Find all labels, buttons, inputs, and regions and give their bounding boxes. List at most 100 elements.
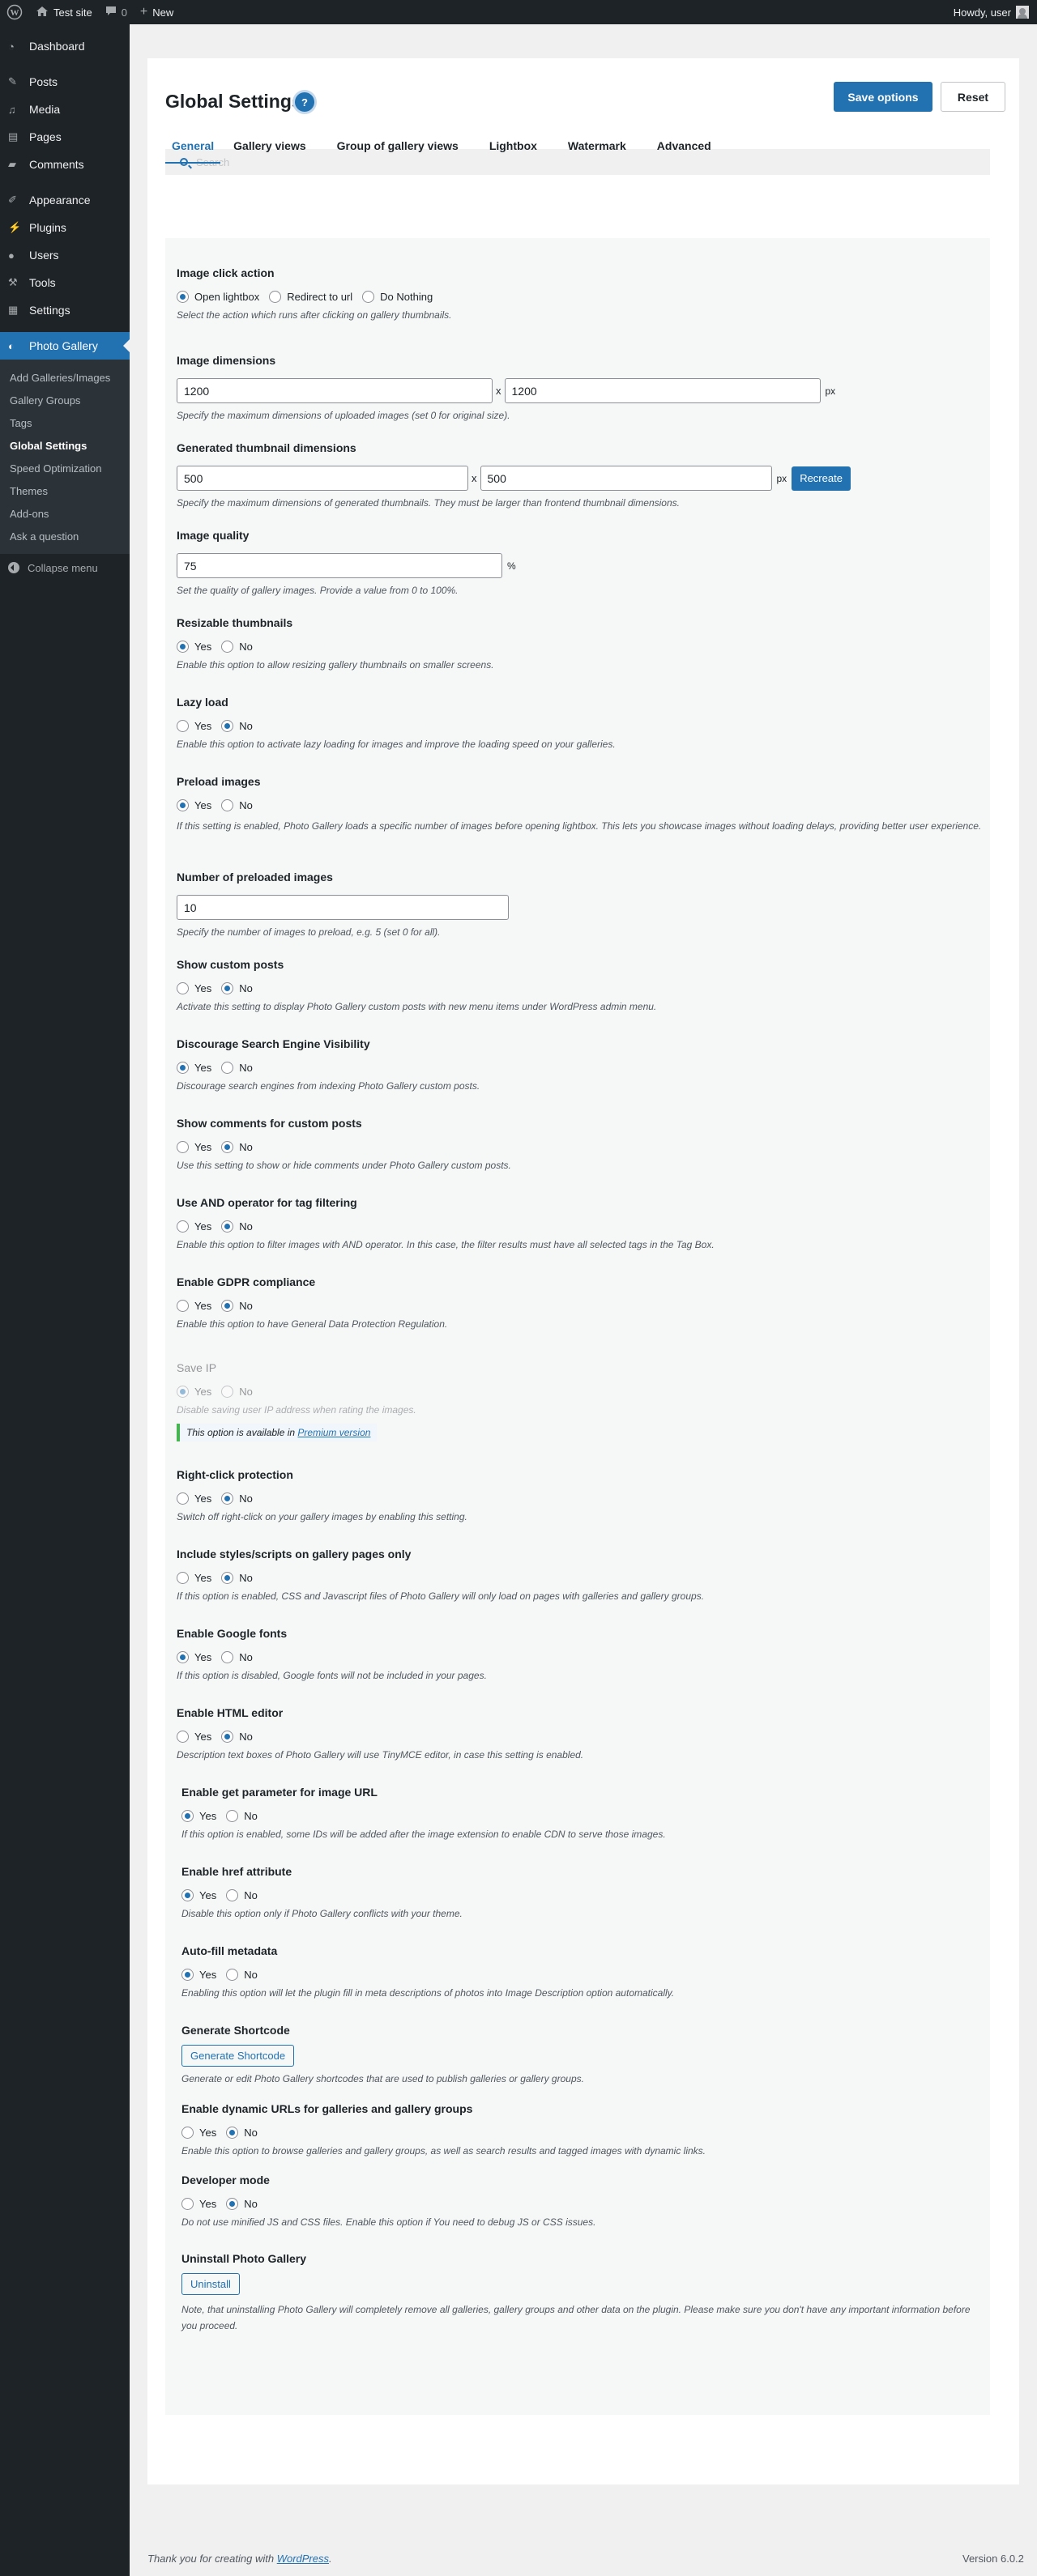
option-desc: Enable this option to activate lazy load… xyxy=(177,739,616,750)
wrench-icon: ⚒ xyxy=(8,276,18,288)
option-preload: Preload images Yes No If this setting is… xyxy=(177,775,987,834)
submenu-ask-question[interactable]: Ask a question xyxy=(0,525,130,547)
radio-label: Yes xyxy=(199,2127,217,2139)
radio-yes[interactable] xyxy=(181,2127,194,2139)
menu-appearance[interactable]: ✐ Appearance xyxy=(0,186,130,214)
tab-advanced[interactable]: Advanced xyxy=(651,139,718,164)
radio-yes[interactable] xyxy=(177,1492,189,1505)
image-height-input[interactable]: 1200 xyxy=(504,378,821,403)
option-desc: Disable saving user IP address when rati… xyxy=(177,1404,416,1416)
tab-gallery-views[interactable]: Gallery views xyxy=(227,139,313,164)
menu-plugins[interactable]: ⚡ Plugins xyxy=(0,214,130,241)
radio-yes[interactable] xyxy=(177,641,189,653)
menu-tools[interactable]: ⚒ Tools xyxy=(0,269,130,296)
menu-settings[interactable]: ▦ Settings xyxy=(0,296,130,324)
uninstall-button[interactable]: Uninstall xyxy=(181,2273,240,2295)
radio-no[interactable] xyxy=(221,799,234,811)
submenu-gallery-groups[interactable]: Gallery Groups xyxy=(0,389,130,411)
tab-watermark[interactable]: Watermark xyxy=(561,139,633,164)
new-content-link[interactable]: + New xyxy=(134,0,180,24)
reset-button[interactable]: Reset xyxy=(941,82,1005,112)
option-autofill-metadata: Auto-fill metadata Yes No Enabling this … xyxy=(181,1944,674,1999)
radio-no[interactable] xyxy=(226,2198,239,2210)
radio-yes[interactable] xyxy=(177,720,189,732)
menu-photo-gallery[interactable]: ◐ Photo Gallery xyxy=(0,332,130,360)
radio-no[interactable] xyxy=(226,1810,239,1822)
radio-yes[interactable] xyxy=(177,1300,189,1312)
menu-pages[interactable]: ▤ Pages xyxy=(0,123,130,151)
radio-no[interactable] xyxy=(221,641,234,653)
radio-no[interactable] xyxy=(221,1300,234,1312)
radio-no[interactable] xyxy=(226,1889,239,1901)
submenu-themes[interactable]: Themes xyxy=(0,479,130,502)
admin-bar: W Test site 0 + New Howdy, user xyxy=(0,0,1037,24)
radio-label: Yes xyxy=(194,982,212,994)
radio-yes[interactable] xyxy=(181,1969,194,1981)
new-label: New xyxy=(152,6,174,19)
premium-notice: This option is available in Premium vers… xyxy=(177,1424,378,1441)
radio-yes[interactable] xyxy=(177,799,189,811)
submenu-add-ons[interactable]: Add-ons xyxy=(0,502,130,525)
tab-lightbox[interactable]: Lightbox xyxy=(483,139,544,164)
site-name-link[interactable]: Test site xyxy=(29,0,99,24)
radio-no[interactable] xyxy=(221,1572,234,1584)
thumb-width-input[interactable]: 500 xyxy=(177,466,468,491)
my-account[interactable]: Howdy, user xyxy=(954,6,1037,19)
radio-yes[interactable] xyxy=(181,1889,194,1901)
preload-count-input[interactable]: 10 xyxy=(177,895,509,920)
radio-redirect-url[interactable] xyxy=(269,291,282,303)
save-options-button[interactable]: Save options xyxy=(834,82,932,112)
radio-no[interactable] xyxy=(221,1062,234,1074)
radio-yes[interactable] xyxy=(177,1651,189,1663)
radio-yes[interactable] xyxy=(177,1572,189,1584)
menu-posts[interactable]: ✎ Posts xyxy=(0,68,130,96)
brush-icon: ✐ xyxy=(8,194,17,206)
radio-yes xyxy=(177,1386,189,1398)
radio-yes[interactable] xyxy=(177,1141,189,1153)
radio-label: Yes xyxy=(199,2198,217,2210)
recreate-button[interactable]: Recreate xyxy=(792,466,851,491)
radio-no[interactable] xyxy=(226,1969,239,1981)
submenu-add-galleries[interactable]: Add Galleries/Images xyxy=(0,366,130,389)
comments-link[interactable]: 0 xyxy=(99,0,134,24)
menu-media[interactable]: ♫ Media xyxy=(0,96,130,123)
radio-no[interactable] xyxy=(221,1220,234,1233)
radio-yes[interactable] xyxy=(177,982,189,994)
collapse-menu-button[interactable]: Collapse menu xyxy=(0,554,130,581)
submenu-tags[interactable]: Tags xyxy=(0,411,130,434)
thumb-height-input[interactable]: 500 xyxy=(480,466,772,491)
option-google-fonts: Enable Google fonts Yes No If this optio… xyxy=(177,1627,487,1681)
tab-general[interactable]: General xyxy=(165,139,221,164)
radio-label: No xyxy=(239,1731,253,1743)
yes-no-radios: Yes No xyxy=(177,1731,583,1743)
radio-yes[interactable] xyxy=(177,1731,189,1743)
radio-no[interactable] xyxy=(226,2127,239,2139)
radio-yes[interactable] xyxy=(177,1220,189,1233)
radio-yes[interactable] xyxy=(181,2198,194,2210)
radio-no[interactable] xyxy=(221,1651,234,1663)
radio-yes[interactable] xyxy=(181,1810,194,1822)
radio-no[interactable] xyxy=(221,720,234,732)
generate-shortcode-button[interactable]: Generate Shortcode xyxy=(181,2045,295,2067)
menu-users[interactable]: ● Users xyxy=(0,241,130,269)
wordpress-link[interactable]: WordPress xyxy=(277,2553,329,2565)
menu-dashboard[interactable]: ◔ Dashboard xyxy=(0,32,130,60)
radio-do-nothing[interactable] xyxy=(362,291,375,303)
radio-yes[interactable] xyxy=(177,1062,189,1074)
radio-no[interactable] xyxy=(221,982,234,994)
radio-no[interactable] xyxy=(221,1731,234,1743)
help-icon[interactable]: ? xyxy=(295,92,314,112)
submenu-speed-optimization[interactable]: Speed Optimization xyxy=(0,457,130,479)
radio-label: No xyxy=(239,1492,253,1505)
menu-comments[interactable]: ▰ Comments xyxy=(0,151,130,178)
radio-no[interactable] xyxy=(221,1492,234,1505)
tab-group-gallery-views[interactable]: Group of gallery views xyxy=(331,139,465,164)
yes-no-radios: Yes No xyxy=(177,1141,511,1153)
radio-no[interactable] xyxy=(221,1141,234,1153)
image-width-input[interactable]: 1200 xyxy=(177,378,493,403)
wordpress-logo-icon[interactable]: W xyxy=(0,0,29,24)
premium-version-link[interactable]: Premium version xyxy=(297,1427,370,1438)
radio-open-lightbox[interactable] xyxy=(177,291,189,303)
quality-input[interactable]: 75 xyxy=(177,553,502,578)
submenu-global-settings[interactable]: Global Settings xyxy=(0,434,130,457)
